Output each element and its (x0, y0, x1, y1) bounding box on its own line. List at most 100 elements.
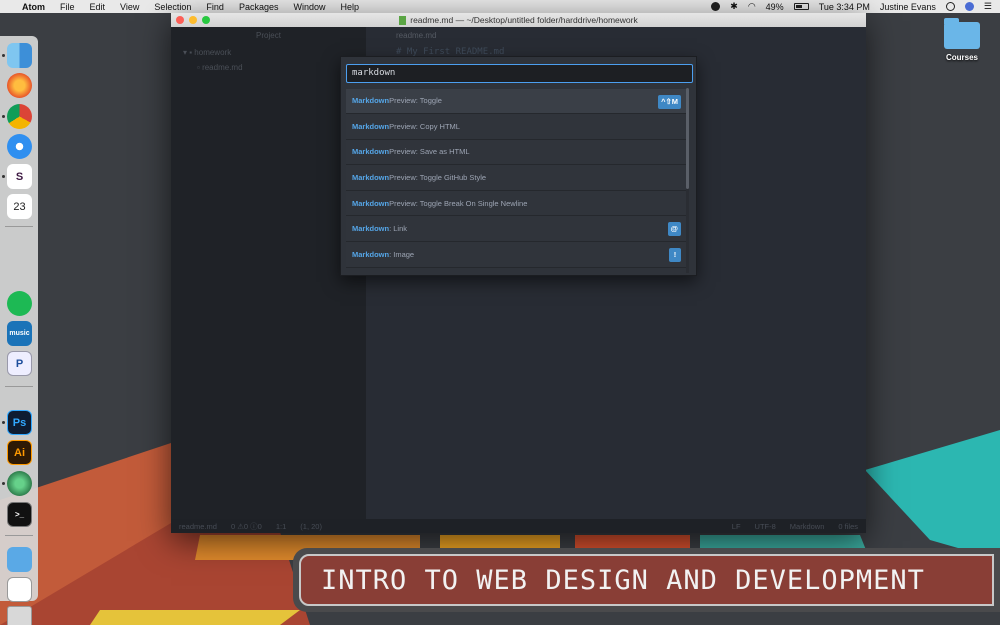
user-name[interactable]: Justine Evans (880, 2, 936, 12)
command-label: Preview: Toggle Break On Single Newline (389, 198, 528, 208)
status-file[interactable]: readme.md (179, 522, 217, 531)
menu-app-name[interactable]: Atom (22, 2, 45, 12)
amazon-music-icon[interactable]: music (7, 321, 32, 346)
command-label: Preview: Save as HTML (389, 147, 470, 157)
course-banner: INTRO TO WEB DESIGN AND DEVELOPMENT (293, 548, 1000, 612)
command-match: Markdown (352, 173, 390, 183)
menu-help[interactable]: Help (340, 2, 359, 12)
firefox-icon[interactable] (7, 73, 32, 98)
pandora-icon[interactable]: P (7, 351, 32, 376)
calendar-icon[interactable]: 23 (7, 194, 32, 219)
course-banner-title: INTRO TO WEB DESIGN AND DEVELOPMENT (321, 564, 925, 596)
command-item-image[interactable]: Markdown: Image ! (346, 242, 686, 268)
command-palette-search-input[interactable] (346, 63, 693, 83)
tree-view: Project ▾ ▪ homework ▫ readme.md (171, 27, 366, 519)
window-title: readme.md — ~/Desktop/untitled folder/ha… (410, 15, 638, 25)
status-bar: readme.md 0 ⚠0 ⓘ0 1:1 (1, 20) LF UTF-8 M… (171, 519, 866, 533)
dock-separator (5, 386, 33, 387)
command-item-save-as-html[interactable]: Markdown Preview: Save as HTML (346, 139, 686, 166)
maximize-button[interactable] (202, 16, 210, 24)
trash-icon[interactable] (7, 606, 32, 625)
finder-icon[interactable] (7, 43, 32, 68)
dock-separator (5, 226, 33, 227)
menu-packages[interactable]: Packages (239, 2, 279, 12)
desktop-folder-courses[interactable]: Courses (940, 18, 984, 62)
command-label: Preview: Copy HTML (389, 121, 460, 131)
command-item-preview-toggle[interactable]: Markdown Preview: Toggle ^⇧M (346, 88, 686, 115)
photoshop-icon[interactable]: Ps (7, 410, 32, 435)
folder-label: Courses (945, 53, 978, 62)
command-item-copy-html[interactable]: Markdown Preview: Copy HTML (346, 114, 686, 140)
course-banner-inner: INTRO TO WEB DESIGN AND DEVELOPMENT (299, 554, 994, 606)
running-indicator (2, 115, 5, 118)
command-list-scrollbar-thumb[interactable] (686, 88, 689, 189)
chrome-icon[interactable] (7, 104, 32, 129)
menu-window[interactable]: Window (293, 2, 325, 12)
spotlight-search-icon[interactable] (945, 2, 955, 11)
menu-file[interactable]: File (60, 2, 75, 12)
command-label: Preview: Toggle GitHub Style (389, 173, 487, 183)
status-cursor-position[interactable]: 1:1 (276, 522, 286, 531)
menu-bar: Atom File Edit View Selection Find Packa… (0, 0, 1000, 13)
keybinding-badge: ! (669, 248, 681, 263)
siri-icon[interactable] (964, 2, 974, 11)
notification-center-icon[interactable]: ☰ (984, 1, 992, 12)
tree-folder-homework[interactable]: ▾ ▪ homework (171, 45, 366, 60)
running-indicator (2, 421, 5, 424)
running-indicator (2, 175, 5, 178)
tree-file-readme[interactable]: ▫ readme.md (171, 60, 366, 75)
clock[interactable]: Tue 3:34 PM (819, 2, 870, 12)
bluetooth-icon[interactable]: ✱ (730, 1, 738, 12)
wifi-icon[interactable]: ◠ (748, 1, 756, 12)
command-match: Markdown (352, 147, 390, 157)
status-files[interactable]: 0 files (838, 522, 858, 531)
spotify-icon[interactable] (7, 291, 32, 316)
menu-view[interactable]: View (120, 2, 139, 12)
status-line-ending[interactable]: LF (732, 522, 741, 531)
keybinding-badge: ^⇧M (658, 94, 681, 109)
command-label: Preview: Toggle (389, 96, 442, 106)
command-label: : Image (389, 249, 415, 259)
command-list: Markdown Preview: Toggle ^⇧M Markdown Pr… (346, 88, 686, 274)
window-titlebar[interactable]: readme.md — ~/Desktop/untitled folder/ha… (171, 13, 866, 27)
document-icon[interactable] (7, 577, 32, 602)
minimize-button[interactable] (189, 16, 197, 24)
slack-icon[interactable]: S (7, 164, 32, 189)
close-button[interactable] (176, 16, 184, 24)
battery-icon[interactable] (793, 3, 809, 10)
command-match: Markdown (352, 249, 390, 259)
command-match: Markdown (352, 96, 390, 106)
command-item-toggle-github-style[interactable]: Markdown Preview: Toggle GitHub Style (346, 165, 686, 191)
dock-separator (5, 535, 33, 536)
dock: S 23 music P Ps Ai >_ (0, 36, 38, 625)
status-diagnostics[interactable]: 0 ⚠0 ⓘ0 (231, 521, 262, 532)
menu-find[interactable]: Find (206, 2, 224, 12)
tree-view-header[interactable]: Project (171, 27, 366, 45)
command-label: : Link (389, 224, 408, 234)
command-match: Markdown (352, 224, 390, 234)
command-item-toggle-break-newline[interactable]: Markdown Preview: Toggle Break On Single… (346, 190, 686, 217)
keybinding-badge: @ (667, 222, 681, 237)
document-icon (399, 15, 407, 25)
terminal-icon[interactable]: >_ (7, 502, 32, 527)
atom-icon[interactable] (7, 471, 32, 496)
command-palette: Markdown Preview: Toggle ^⇧M Markdown Pr… (340, 56, 697, 276)
illustrator-icon[interactable]: Ai (7, 440, 32, 465)
editor-tab[interactable]: readme.md (366, 27, 866, 45)
status-grammar[interactable]: Markdown (790, 522, 825, 531)
running-indicator (2, 54, 5, 57)
applications-folder-icon[interactable] (7, 547, 32, 572)
tab-label: readme.md (396, 31, 437, 40)
menu-selection[interactable]: Selection (154, 2, 191, 12)
folder-name: homework (194, 48, 232, 57)
folder-icon (944, 18, 980, 49)
creative-cloud-icon[interactable] (711, 2, 721, 11)
safari-icon[interactable] (7, 134, 32, 159)
menu-edit[interactable]: Edit (90, 2, 106, 12)
command-match: Markdown (352, 198, 390, 208)
status-encoding[interactable]: UTF-8 (755, 522, 776, 531)
command-item-link[interactable]: Markdown: Link @ (346, 216, 686, 243)
command-match: Markdown (352, 121, 390, 131)
battery-percent: 49% (765, 1, 784, 12)
running-indicator (2, 482, 5, 485)
